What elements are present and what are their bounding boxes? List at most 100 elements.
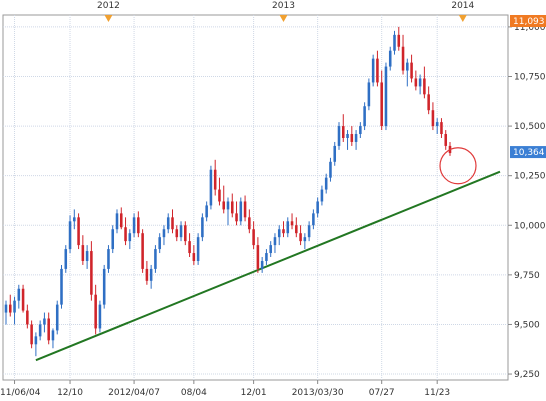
candle: [111, 225, 115, 254]
candle-body: [427, 94, 430, 111]
candle-body: [388, 50, 392, 67]
x-tick-label: 08/04: [181, 388, 207, 398]
candle-body: [401, 46, 405, 71]
x-tick-label: 11/23: [424, 388, 450, 398]
candle-body: [350, 134, 354, 142]
candle-body: [329, 161, 332, 178]
candle-body: [85, 251, 89, 261]
candle-body: [346, 134, 349, 138]
candle-body: [68, 221, 72, 250]
x-tick-label: 2012/04/07: [108, 388, 160, 398]
candle-body: [299, 233, 302, 242]
candle-body: [137, 217, 140, 234]
candle-body: [397, 34, 401, 47]
candle-body: [81, 245, 85, 261]
candle-body: [226, 201, 230, 210]
y-axis: 9,250 9,500 9,750 10,000 10,250 10,500 10,750 1…: [508, 23, 546, 380]
candle: [154, 245, 157, 273]
candle: [384, 62, 388, 131]
candle-body: [179, 225, 183, 238]
x-tick-label: 2011/06/04: [0, 388, 41, 398]
candle-body: [235, 213, 238, 222]
candle-body: [188, 241, 191, 254]
candle-body: [60, 268, 63, 305]
y-tick-label: 10,750: [514, 72, 546, 82]
x-axis: 2011/06/04 12/10 2012/04/07 08/04 12/01 2013/…: [0, 380, 450, 398]
candle-body: [218, 189, 221, 202]
high-price-label: 11,093: [513, 17, 545, 27]
candle-body: [239, 201, 243, 222]
candle: [239, 197, 243, 226]
candle-body: [307, 225, 311, 238]
candle-body: [154, 249, 157, 269]
candle: [30, 320, 33, 349]
candle-body: [77, 217, 80, 246]
candle-body: [269, 245, 272, 254]
y-tick-label: 9,500: [514, 320, 540, 330]
y-tick-label: 10,000: [514, 221, 546, 231]
candle: [102, 264, 106, 309]
candle-body: [43, 318, 46, 325]
candle-body: [371, 58, 375, 83]
candle-body: [376, 58, 379, 83]
candle-body: [90, 251, 93, 295]
candle-body: [201, 217, 204, 238]
candle-body: [260, 260, 264, 269]
candle-body: [38, 324, 42, 337]
x-tick-label: 2013/03/30: [292, 388, 344, 398]
year-label: 2012: [97, 1, 120, 11]
candle-body: [414, 78, 418, 87]
candle-body: [252, 229, 255, 246]
candle-body: [256, 245, 260, 269]
y-tick-label: 9,250: [514, 370, 540, 380]
candle-body: [277, 229, 281, 238]
candle-body: [158, 237, 161, 250]
candle-body: [13, 300, 16, 313]
candle-body: [209, 169, 213, 206]
candle-body: [359, 126, 362, 135]
candle-body: [393, 34, 396, 51]
candle-body: [248, 217, 251, 230]
candle: [141, 229, 144, 273]
candle-body: [111, 229, 115, 250]
candle-body: [418, 78, 422, 87]
y-tick-label: 10,250: [514, 172, 546, 182]
current-price-label: 10,364: [513, 148, 545, 158]
candle-body: [184, 225, 187, 242]
candle-body: [115, 213, 119, 230]
candle-body: [4, 304, 8, 313]
candle: [337, 122, 341, 150]
candle-body: [124, 227, 127, 242]
candle-body: [290, 221, 294, 226]
candle-body: [30, 324, 33, 345]
candle: [201, 213, 204, 242]
candle: [98, 300, 102, 333]
candle-body: [273, 237, 277, 246]
candle-body: [282, 229, 285, 234]
candle-body: [380, 82, 383, 127]
candle-body: [132, 217, 136, 234]
candle-body: [295, 225, 298, 234]
candle-body: [175, 229, 179, 238]
candle: [21, 284, 25, 313]
candle-body: [205, 205, 208, 218]
candle: [367, 78, 371, 111]
candle-body: [324, 177, 328, 190]
candle-body: [171, 217, 174, 230]
candle: [107, 245, 110, 273]
candle: [55, 300, 59, 335]
x-tick-label: 12/10: [57, 388, 83, 398]
candle-body: [341, 126, 345, 138]
plot-area: [2, 14, 509, 381]
candle-body: [303, 237, 307, 242]
candle-body: [34, 336, 38, 345]
candle-body: [431, 110, 435, 127]
candle-body: [444, 134, 448, 146]
candle-body: [47, 318, 50, 341]
candle-body: [286, 221, 290, 234]
price-tags: 11,093 10,364: [510, 15, 546, 159]
candle-body: [354, 134, 358, 142]
candle-body: [333, 145, 337, 162]
candle-body: [423, 78, 426, 95]
x-tick-label: 12/01: [241, 388, 267, 398]
